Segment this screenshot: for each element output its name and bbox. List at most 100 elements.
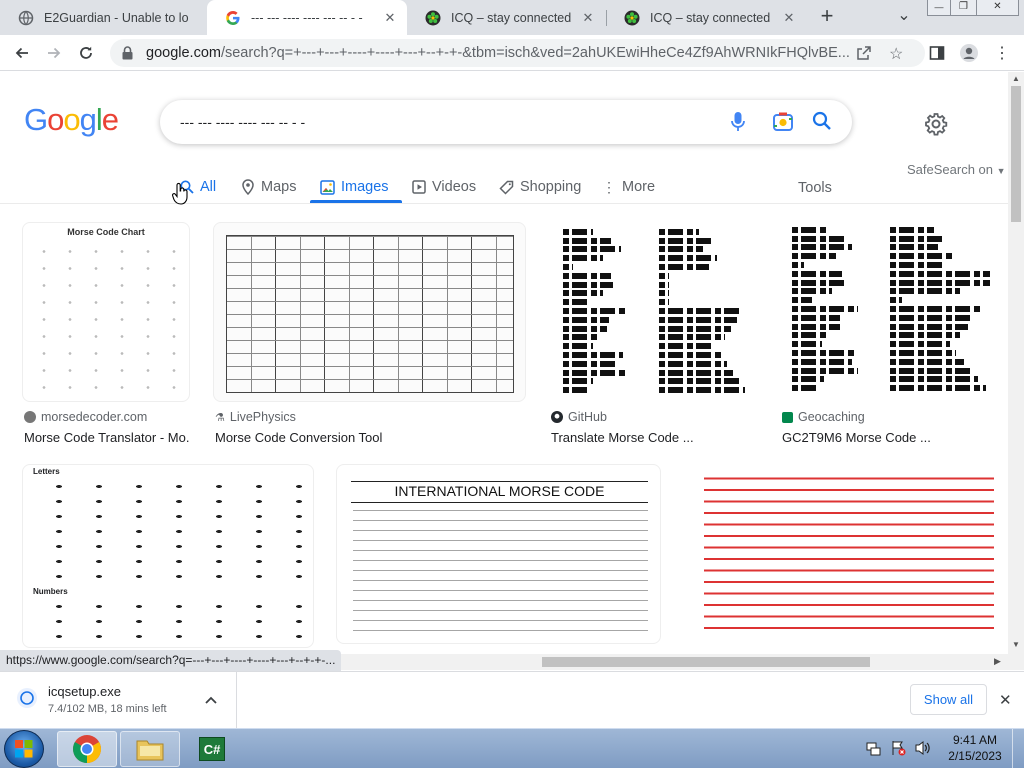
result-thumbnail[interactable]: INTERNATIONAL MORSE CODE: [336, 464, 661, 644]
profile-avatar-icon[interactable]: [957, 41, 981, 65]
window-minimize-button[interactable]: —: [927, 0, 951, 16]
image-result[interactable]: INTERNATIONAL MORSE CODE: [336, 464, 661, 654]
morse-code-text-art: [353, 509, 648, 637]
source-name: LivePhysics: [229, 410, 296, 424]
image-result[interactable]: [682, 464, 1002, 654]
back-arrow-icon[interactable]: [10, 41, 34, 65]
map-pin-icon: [242, 179, 254, 195]
close-tab-icon[interactable]: ✕: [577, 10, 599, 26]
bookmark-star-icon[interactable]: ☆: [889, 44, 903, 64]
tab-label: Videos: [432, 179, 477, 195]
result-source[interactable]: Geocaching: [782, 410, 865, 424]
result-source[interactable]: morsedecoder.com: [24, 410, 147, 424]
reload-icon[interactable]: [74, 41, 98, 65]
taskbar-csharp-button[interactable]: C#: [182, 731, 242, 767]
download-file-name: icqsetup.exe: [48, 684, 121, 699]
flag-alert-icon[interactable]: [890, 740, 906, 759]
result-thumbnail[interactable]: Letters Numbers: [22, 464, 314, 648]
close-tab-icon[interactable]: ✕: [778, 10, 800, 26]
image-result[interactable]: Letters Numbers: [22, 464, 314, 654]
thumbnail-letters-heading: Letters: [33, 467, 60, 476]
search-icon[interactable]: [812, 111, 832, 134]
safesearch-dropdown[interactable]: SafeSearch on ▼: [907, 162, 1006, 177]
chevron-up-icon[interactable]: [205, 692, 217, 707]
tab-label: All: [200, 179, 217, 195]
new-tab-button[interactable]: +: [815, 4, 839, 28]
image-result[interactable]: Morse Code Chart morsedecoder.com Morse …: [22, 222, 190, 450]
scroll-down-arrow-icon[interactable]: ▼: [1012, 640, 1020, 649]
network-icon[interactable]: [866, 741, 882, 760]
icq-flower-icon: [624, 10, 640, 26]
tab-more[interactable]: ⋮ More: [602, 172, 655, 202]
icq-flower-icon: [425, 10, 441, 26]
close-tab-icon[interactable]: ✕: [379, 10, 401, 26]
settings-gear-icon[interactable]: [924, 112, 948, 139]
result-thumbnail[interactable]: [682, 464, 1002, 644]
tab-icq-2[interactable]: ICQ – stay connected ✕: [606, 0, 806, 35]
result-caption[interactable]: Morse Code Translator - Mo...: [24, 430, 190, 445]
result-thumbnail[interactable]: [549, 222, 757, 402]
flask-icon: ⚗: [215, 411, 225, 424]
search-input[interactable]: [180, 111, 700, 133]
system-clock[interactable]: 9:41 AM 2/15/2023: [940, 732, 1010, 764]
tab-label: More: [622, 179, 656, 195]
more-dots-icon: ⋮: [602, 178, 616, 195]
download-item[interactable]: icqsetup.exe 7.4/102 MB, 18 mins left: [48, 684, 228, 718]
scroll-right-arrow-icon[interactable]: ▶: [994, 656, 1001, 667]
tab-videos[interactable]: Videos: [412, 172, 476, 202]
tab-label: Maps: [261, 179, 297, 195]
scrollbar-thumb[interactable]: [542, 657, 870, 667]
tab-search-chevron-icon[interactable]: ⌄: [894, 4, 914, 28]
speaker-volume-icon[interactable]: [914, 740, 932, 759]
windows-logo-icon: [15, 740, 33, 758]
source-name: morsedecoder.com: [41, 410, 148, 424]
taskbar-chrome-button[interactable]: [57, 731, 117, 767]
close-downloads-icon[interactable]: ✕: [999, 691, 1012, 709]
tab-images[interactable]: Images: [320, 172, 389, 202]
result-source[interactable]: ⚗ LivePhysics: [215, 410, 296, 424]
image-result[interactable]: GitHub Translate Morse Code ...: [549, 222, 757, 450]
image-result[interactable]: ⚗ LivePhysics Morse Code Conversion Tool: [213, 222, 526, 450]
lock-icon[interactable]: [122, 46, 133, 64]
start-orb-button[interactable]: [4, 730, 44, 768]
taskbar-explorer-button[interactable]: [120, 731, 180, 767]
scrollbar-thumb[interactable]: [1011, 86, 1021, 222]
show-desktop-button[interactable]: [1012, 729, 1024, 769]
tab-shopping[interactable]: Shopping: [499, 172, 581, 202]
tools-button[interactable]: Tools: [798, 173, 832, 203]
result-thumbnail[interactable]: Morse Code Chart: [22, 222, 190, 402]
google-logo[interactable]: Google: [24, 102, 119, 138]
side-panel-icon[interactable]: [925, 41, 949, 65]
result-thumbnail[interactable]: [213, 222, 526, 402]
show-all-button[interactable]: Show all: [910, 684, 987, 715]
chrome-icon: [73, 735, 101, 763]
file-icon: [16, 686, 38, 713]
forward-arrow-icon[interactable]: [42, 41, 66, 65]
github-icon: [551, 411, 563, 423]
chart-grid-art: [31, 243, 181, 393]
image-result[interactable]: Geocaching GC2T9M6 Morse Code ...: [780, 222, 1002, 450]
address-bar[interactable]: google.com/search?q=+---+---+----+----+-…: [110, 39, 925, 67]
title-rule: [351, 502, 648, 503]
result-caption[interactable]: Morse Code Conversion Tool: [215, 430, 515, 445]
result-caption[interactable]: Translate Morse Code ...: [551, 430, 757, 445]
result-caption[interactable]: GC2T9M6 Morse Code ...: [782, 430, 1002, 445]
window-close-button[interactable]: ✕: [977, 0, 1019, 16]
tab-google-search[interactable]: --- --- ---- ---- --- -- - - ✕: [207, 0, 407, 35]
tab-e2guardian[interactable]: E2Guardian - Unable to lo: [0, 0, 207, 35]
tab-maps[interactable]: Maps: [241, 172, 296, 202]
vertical-scrollbar[interactable]: ▲ ▼: [1008, 72, 1024, 670]
url-host: google.com: [146, 45, 221, 61]
window-restore-button[interactable]: ❐: [951, 0, 977, 16]
morse-bars-art: [659, 226, 749, 396]
camera-lens-icon[interactable]: [772, 111, 794, 136]
thumbnail-title: INTERNATIONAL MORSE CODE: [394, 483, 605, 499]
result-source[interactable]: GitHub: [551, 410, 607, 424]
price-tag-icon: [499, 180, 514, 195]
tab-icq-1[interactable]: ICQ – stay connected ✕: [407, 0, 605, 35]
share-icon[interactable]: [856, 45, 872, 65]
result-thumbnail[interactable]: [780, 222, 1002, 402]
microphone-icon[interactable]: [730, 111, 746, 136]
menu-kebab-icon[interactable]: ⋮: [990, 41, 1014, 65]
scroll-up-arrow-icon[interactable]: ▲: [1012, 74, 1020, 83]
